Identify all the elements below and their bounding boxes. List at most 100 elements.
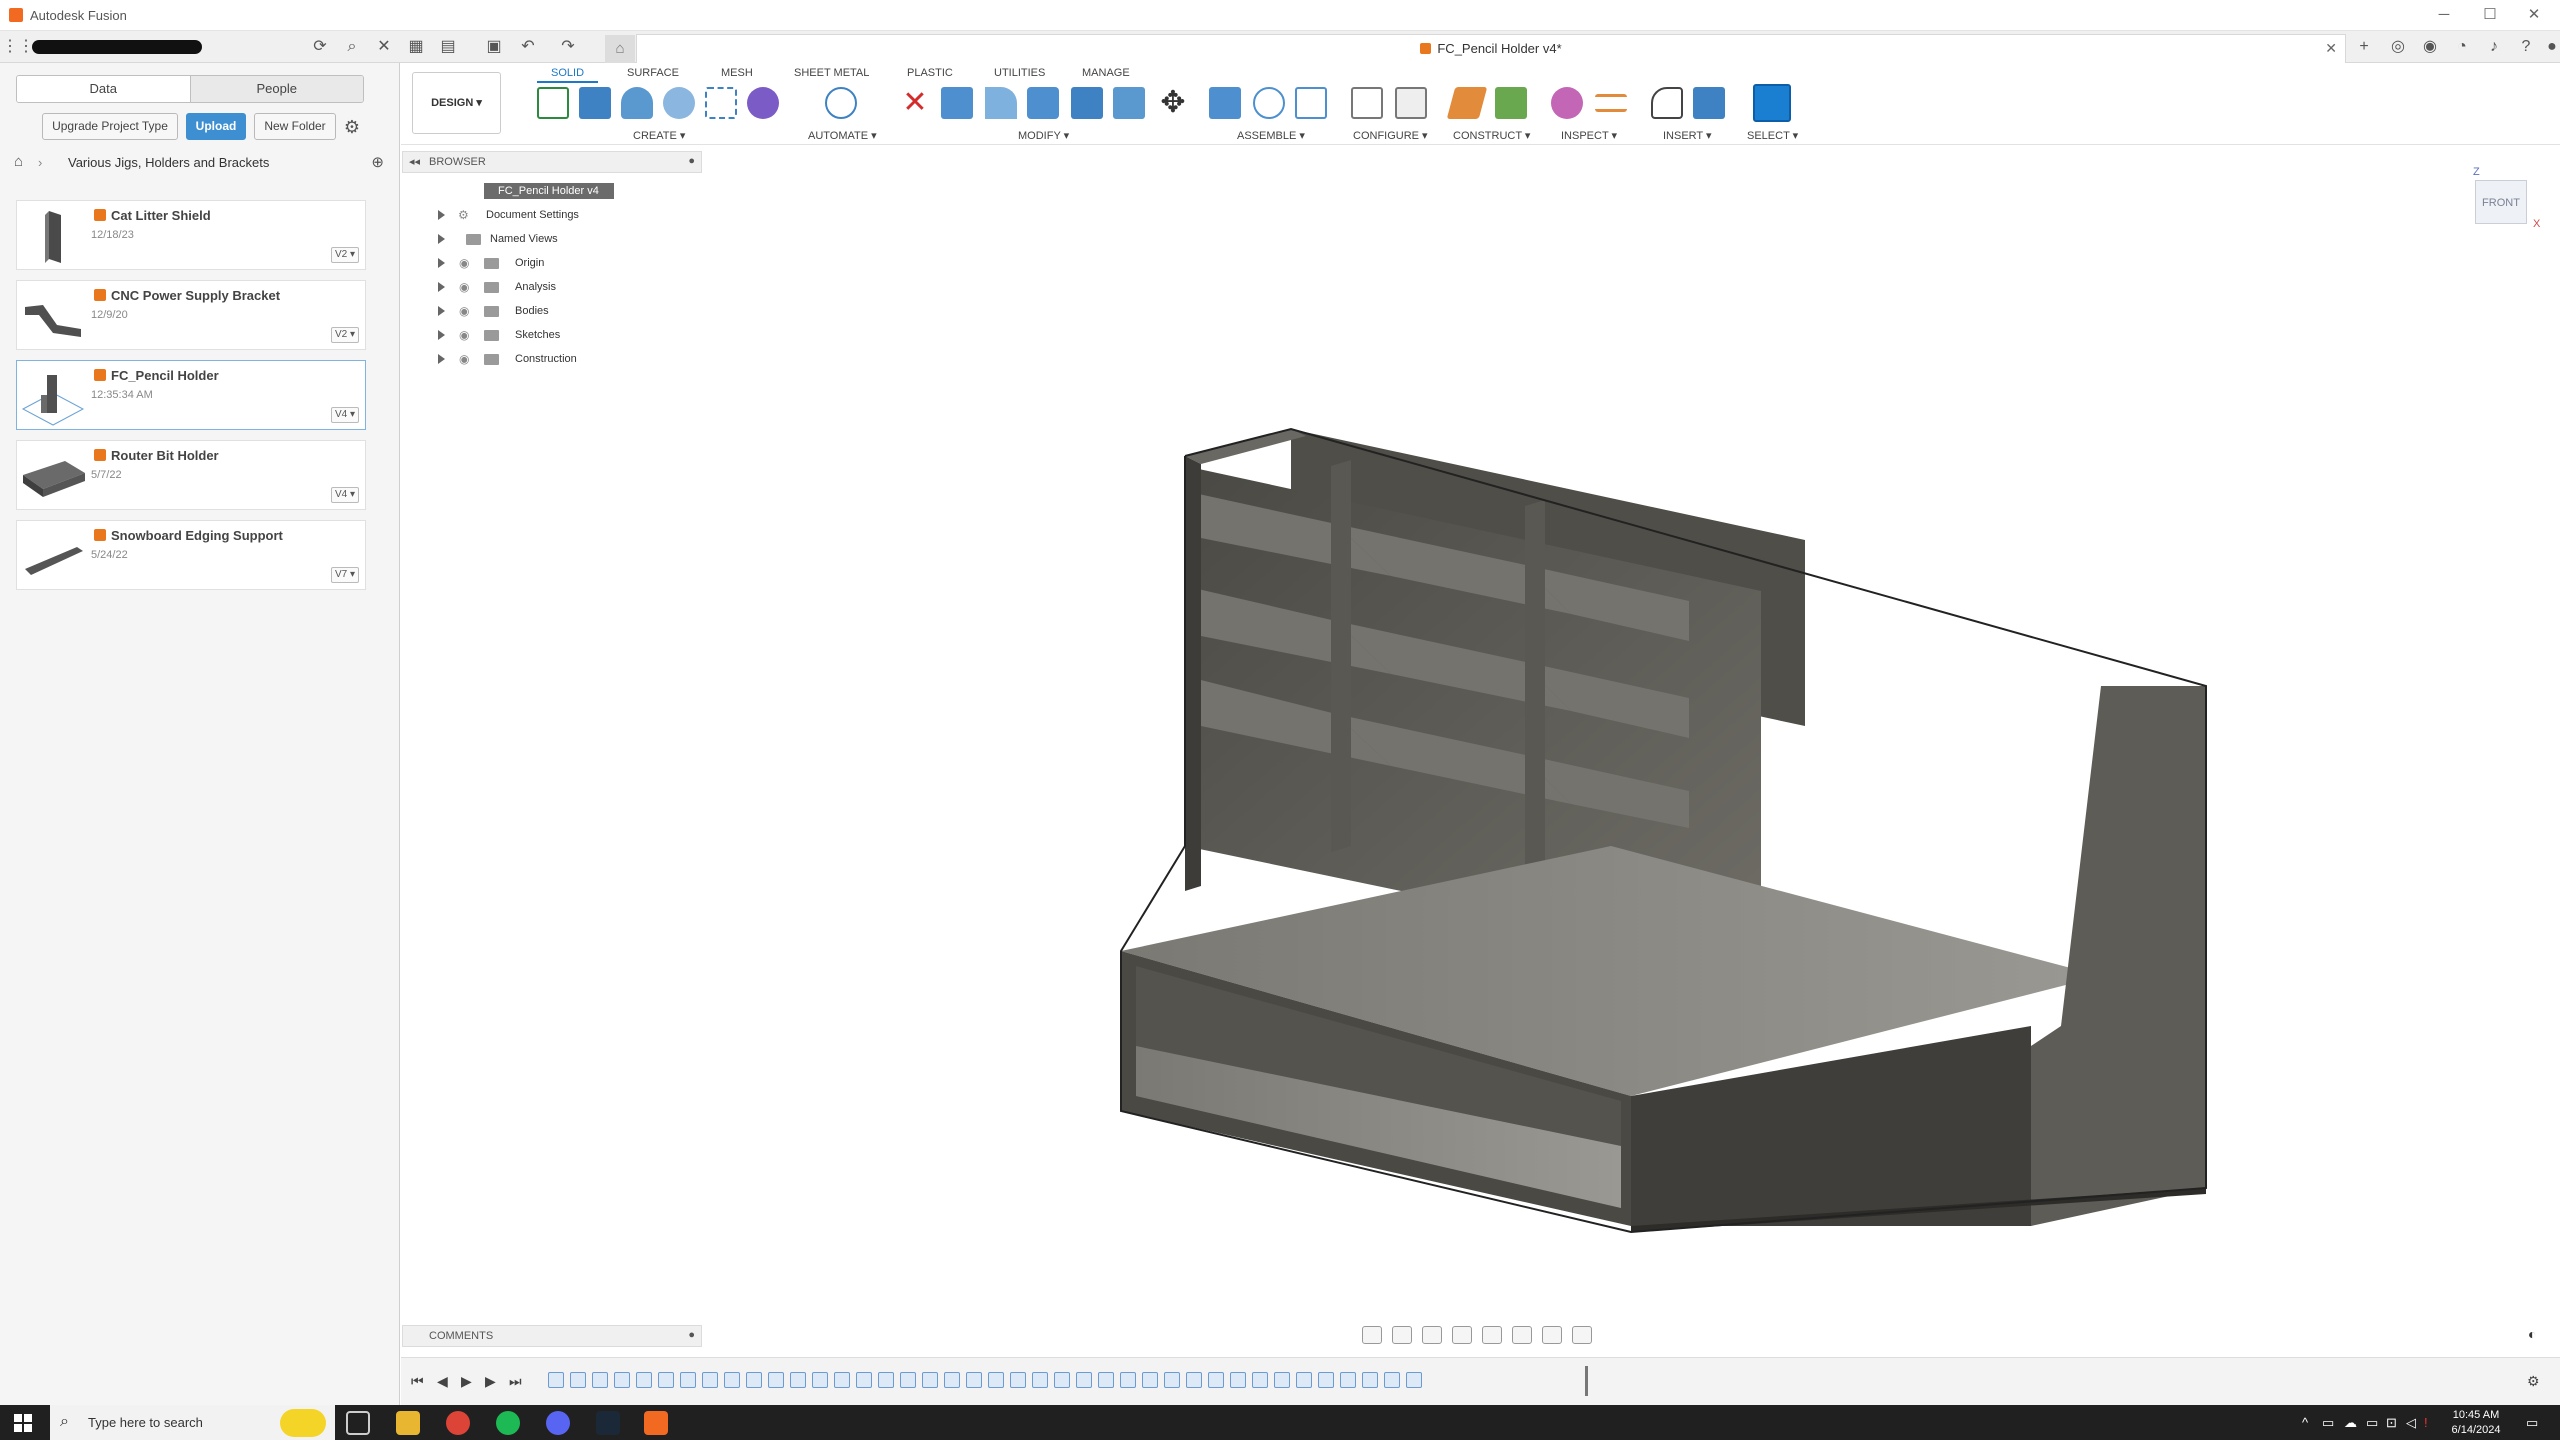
- redo-icon[interactable]: ↷: [556, 35, 580, 59]
- file-explorer-icon[interactable]: [396, 1411, 420, 1435]
- tray-overflow-icon[interactable]: ^: [2302, 1415, 2308, 1430]
- modify-group-label[interactable]: MODIFY ▾: [1018, 129, 1069, 142]
- home-icon[interactable]: ⌂: [14, 153, 23, 170]
- data-item-card[interactable]: CNC Power Supply Bracket 12/9/20 V2 ▾: [16, 280, 366, 350]
- pan-icon[interactable]: [1422, 1326, 1442, 1344]
- configuration-table-icon[interactable]: [1395, 87, 1427, 119]
- tab-manage[interactable]: MANAGE: [1082, 67, 1130, 79]
- combine-icon[interactable]: [1071, 87, 1103, 119]
- user-avatar-icon[interactable]: ●: [2540, 35, 2560, 59]
- expand-icon[interactable]: [438, 282, 445, 292]
- browser-node[interactable]: ◉ Analysis: [402, 276, 702, 298]
- display-settings-icon[interactable]: [1512, 1326, 1532, 1344]
- new-component-icon[interactable]: [1209, 87, 1241, 119]
- alerts-icon[interactable]: ♪: [2482, 35, 2506, 59]
- hole-icon[interactable]: [663, 87, 695, 119]
- pencil-holder-model[interactable]: [401, 146, 2560, 1328]
- pattern-icon[interactable]: [705, 87, 737, 119]
- settings-gear-icon[interactable]: ⚙: [340, 115, 364, 139]
- extrude-icon[interactable]: [579, 87, 611, 119]
- browser-header[interactable]: ◂◂ BROWSER ●: [402, 151, 702, 173]
- notifications-icon[interactable]: ◔: [2450, 35, 2474, 59]
- joint-icon[interactable]: [1253, 87, 1285, 119]
- timeline-play-icon[interactable]: ▶: [461, 1373, 472, 1390]
- maximize-button[interactable]: ☐: [2470, 4, 2510, 26]
- tab-data[interactable]: Data: [17, 76, 190, 102]
- expand-icon[interactable]: [438, 330, 445, 340]
- zoom-icon[interactable]: [1452, 1326, 1472, 1344]
- close-button[interactable]: ✕: [2514, 4, 2554, 26]
- browser-node[interactable]: Named Views: [402, 228, 702, 250]
- fusion-taskbar-icon[interactable]: [644, 1411, 668, 1435]
- notification-center-icon[interactable]: ▭: [2526, 1415, 2538, 1431]
- as-built-joint-icon[interactable]: [1295, 87, 1327, 119]
- view-cube[interactable]: Z FRONT X: [2469, 166, 2540, 230]
- grid-settings-icon[interactable]: [1542, 1326, 1562, 1344]
- visibility-eye-icon[interactable]: ◉: [459, 304, 469, 318]
- version-badge[interactable]: V2 ▾: [330, 247, 359, 263]
- tab-utilities[interactable]: UTILITIES: [994, 67, 1045, 79]
- tab-sheet-metal[interactable]: SHEET METAL: [794, 67, 869, 79]
- select-group-label[interactable]: SELECT ▾: [1747, 129, 1798, 142]
- account-name-redacted[interactable]: [32, 40, 202, 54]
- create-sketch-icon[interactable]: [537, 87, 569, 119]
- scale-icon[interactable]: [1113, 87, 1145, 119]
- refresh-icon[interactable]: ⟳: [308, 35, 332, 59]
- fillet-icon[interactable]: [985, 87, 1017, 119]
- workspace-switcher-button[interactable]: DESIGN ▾: [412, 72, 501, 134]
- discord-icon[interactable]: [546, 1411, 570, 1435]
- automate-icon[interactable]: [825, 87, 857, 119]
- delete-icon[interactable]: ✕: [899, 87, 931, 119]
- document-tab-close-icon[interactable]: ✕: [2325, 40, 2337, 57]
- timeline-marker[interactable]: [1585, 1366, 1588, 1396]
- save-icon[interactable]: ▣: [482, 35, 506, 59]
- browser-node[interactable]: ◉ Construction: [402, 348, 702, 370]
- timeline-settings-icon[interactable]: ⚙: [2527, 1373, 2540, 1390]
- expand-icon[interactable]: [438, 258, 445, 268]
- insert-group-label[interactable]: INSERT ▾: [1663, 129, 1712, 142]
- tray-alert-icon[interactable]: !: [2424, 1415, 2428, 1430]
- expand-icon[interactable]: [438, 306, 445, 316]
- version-badge[interactable]: V2 ▾: [330, 327, 359, 343]
- browser-node[interactable]: ◉ Bodies: [402, 300, 702, 322]
- version-badge[interactable]: V7 ▾: [330, 567, 359, 583]
- close-panel-icon[interactable]: ✕: [372, 35, 396, 59]
- revolve-icon[interactable]: [621, 87, 653, 119]
- move-icon[interactable]: ✥: [1157, 87, 1189, 119]
- taskbar-search[interactable]: ⌕ Type here to search: [50, 1405, 335, 1440]
- comments-panel[interactable]: COMMENTS ●: [402, 1325, 702, 1347]
- fit-icon[interactable]: [1482, 1326, 1502, 1344]
- select-icon[interactable]: [1753, 84, 1791, 122]
- browser-node[interactable]: ◉ Sketches: [402, 324, 702, 346]
- timeline-start-icon[interactable]: ⏮: [411, 1373, 424, 1390]
- look-at-icon[interactable]: [1392, 1326, 1412, 1344]
- grid-icon[interactable]: ▦: [404, 35, 428, 59]
- taskbar-clock[interactable]: 10:45 AM 6/14/2024: [2436, 1408, 2516, 1438]
- insert-derive-icon[interactable]: [1651, 87, 1683, 119]
- data-item-card-selected[interactable]: FC_Pencil Holder 12:35:34 AM V4 ▾: [16, 360, 366, 430]
- timeline-forward-icon[interactable]: ▶: [485, 1373, 496, 1390]
- volume-icon[interactable]: ◁: [2406, 1415, 2416, 1431]
- upload-button[interactable]: Upload: [186, 113, 246, 140]
- offset-plane-icon[interactable]: [1446, 87, 1488, 119]
- tab-solid[interactable]: SOLID: [536, 67, 599, 83]
- browser-node[interactable]: ⚙ Document Settings: [402, 204, 702, 226]
- assemble-group-label[interactable]: ASSEMBLE ▾: [1237, 129, 1305, 142]
- timeline-back-icon[interactable]: ◀: [437, 1373, 448, 1390]
- windows-start-icon[interactable]: [14, 1414, 32, 1432]
- inspect-group-label[interactable]: INSPECT ▾: [1561, 129, 1617, 142]
- orbit-icon[interactable]: [1362, 1326, 1382, 1344]
- visibility-eye-icon[interactable]: ◉: [459, 280, 469, 294]
- visibility-eye-icon[interactable]: ◉: [459, 352, 469, 366]
- network-icon[interactable]: ⊡: [2386, 1415, 2397, 1431]
- measure-icon[interactable]: [1595, 94, 1627, 112]
- tab-mesh[interactable]: MESH: [721, 67, 753, 79]
- new-tab-icon[interactable]: +: [2352, 35, 2376, 59]
- pin-icon[interactable]: ●: [688, 155, 695, 167]
- tab-plastic[interactable]: PLASTIC: [907, 67, 953, 79]
- tray-app-icon[interactable]: ▭: [2322, 1415, 2334, 1431]
- browser-root-component[interactable]: FC_Pencil Holder v4: [484, 183, 614, 199]
- expand-icon[interactable]: [438, 210, 445, 220]
- press-pull-icon[interactable]: [941, 87, 973, 119]
- visibility-eye-icon[interactable]: ◉: [459, 328, 469, 342]
